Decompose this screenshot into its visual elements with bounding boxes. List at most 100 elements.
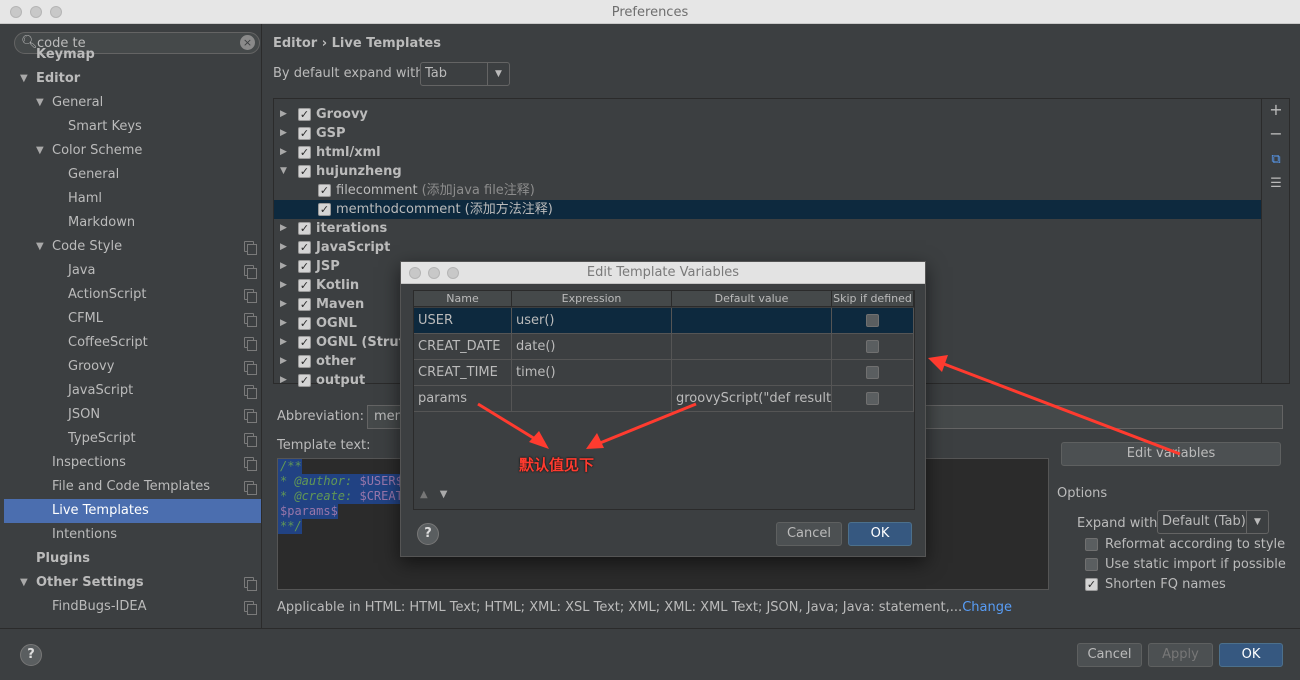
chevron-right-icon[interactable]: ▶ [280, 314, 287, 333]
sidebar-item-keymap[interactable]: Keymap [4, 43, 261, 67]
chevron-right-icon[interactable]: ▶ [280, 143, 287, 162]
skip-if-defined-checkbox[interactable] [866, 392, 879, 405]
table-row[interactable]: params groovyScript("def result= [414, 386, 914, 412]
sidebar-item-cfml[interactable]: CFML [4, 307, 261, 331]
template-checkbox[interactable]: ✓ [298, 108, 311, 121]
edit-variables-button[interactable]: Edit variables [1061, 442, 1281, 466]
sidebar-item-inspections[interactable]: Inspections [4, 451, 261, 475]
template-checkbox[interactable]: ✓ [298, 355, 311, 368]
template-checkbox[interactable]: ✓ [298, 165, 311, 178]
cell-default[interactable]: groovyScript("def result= [672, 386, 832, 412]
cell-name[interactable]: params [414, 386, 512, 412]
sidebar-item-coffeescript[interactable]: CoffeeScript [4, 331, 261, 355]
expand-arrow-icon[interactable]: ▼ [20, 571, 28, 595]
chevron-right-icon[interactable]: ▶ [280, 219, 287, 238]
template-checkbox[interactable]: ✓ [298, 374, 311, 387]
sidebar-item-live-templates[interactable]: Live Templates [4, 499, 261, 523]
table-row[interactable]: CREAT_TIME time() [414, 360, 914, 386]
cell-expression[interactable] [512, 386, 672, 412]
column-header[interactable]: Name [414, 291, 512, 307]
sidebar-item-java[interactable]: Java [4, 259, 261, 283]
sidebar-item-general[interactable]: ▼ General [4, 91, 261, 115]
sidebar-item-file-and-code-templates[interactable]: File and Code Templates [4, 475, 261, 499]
template-checkbox[interactable]: ✓ [298, 127, 311, 140]
template-checkbox[interactable]: ✓ [298, 146, 311, 159]
apply-button[interactable]: Apply [1148, 643, 1213, 667]
copy-icon[interactable]: ⧉ [1268, 151, 1284, 169]
sidebar-item-actionscript[interactable]: ActionScript [4, 283, 261, 307]
sidebar-item-intentions[interactable]: Intentions [4, 523, 261, 547]
sidebar-item-color-scheme[interactable]: ▼ Color Scheme [4, 139, 261, 163]
expand-arrow-icon[interactable]: ▼ [36, 139, 44, 163]
expand-arrow-icon[interactable]: ▼ [20, 67, 28, 91]
change-link[interactable]: Change [962, 600, 1012, 615]
table-row[interactable]: USER user() [414, 308, 914, 334]
template-item[interactable]: ✓ memthodcomment (添加方法注释) [274, 200, 1262, 219]
cell-default[interactable] [672, 308, 832, 334]
column-header[interactable]: Default value [672, 291, 832, 307]
template-checkbox[interactable]: ✓ [298, 298, 311, 311]
sidebar-item-editor[interactable]: ▼ Editor [4, 67, 261, 91]
chevron-right-icon[interactable]: ▶ [280, 371, 287, 390]
chevron-down-icon[interactable]: ▼ [280, 162, 287, 181]
sidebar-item-typescript[interactable]: TypeScript [4, 427, 261, 451]
column-header[interactable]: Skip if defined [832, 291, 914, 307]
sidebar-item-plugins[interactable]: Plugins [4, 547, 261, 571]
expand-arrow-icon[interactable]: ▼ [36, 91, 44, 115]
sidebar-item-markdown[interactable]: Markdown [4, 211, 261, 235]
template-checkbox[interactable]: ✓ [298, 260, 311, 273]
template-group[interactable]: ▼ ✓ hujunzheng [274, 162, 1262, 181]
move-up-icon[interactable]: ▲ [420, 489, 428, 500]
template-checkbox[interactable]: ✓ [298, 222, 311, 235]
template-checkbox[interactable]: ✓ [318, 203, 331, 216]
default-expand-select[interactable]: Tab ▼ [420, 62, 510, 86]
cell-expression[interactable]: user() [512, 308, 672, 334]
cell-name[interactable]: CREAT_DATE [414, 334, 512, 360]
template-checkbox[interactable]: ✓ [318, 184, 331, 197]
dialog-ok-button[interactable]: OK [848, 522, 912, 546]
sidebar-item-code-style[interactable]: ▼ Code Style [4, 235, 261, 259]
add-icon[interactable]: + [1268, 101, 1284, 119]
sidebar-item-other-settings[interactable]: ▼ Other Settings [4, 571, 261, 595]
option-checkbox[interactable] [1085, 538, 1098, 551]
template-group[interactable]: ▶ ✓ html/xml [274, 143, 1262, 162]
sidebar-item-smart-keys[interactable]: Smart Keys [4, 115, 261, 139]
list-icon[interactable]: ☰ [1268, 175, 1284, 193]
cell-name[interactable]: USER [414, 308, 512, 334]
sidebar-item-haml[interactable]: Haml [4, 187, 261, 211]
chevron-right-icon[interactable]: ▶ [280, 276, 287, 295]
template-group[interactable]: ▶ ✓ Groovy [274, 105, 1262, 124]
template-group[interactable]: ▶ ✓ GSP [274, 124, 1262, 143]
help-button[interactable]: ? [20, 644, 42, 666]
cell-expression[interactable]: time() [512, 360, 672, 386]
chevron-right-icon[interactable]: ▶ [280, 333, 287, 352]
template-checkbox[interactable]: ✓ [298, 241, 311, 254]
template-group[interactable]: ▶ ✓ JavaScript [274, 238, 1262, 257]
expand-with-select[interactable]: Default (Tab) ▼ [1157, 510, 1269, 534]
cell-default[interactable] [672, 360, 832, 386]
cell-name[interactable]: CREAT_TIME [414, 360, 512, 386]
option-checkbox[interactable] [1085, 558, 1098, 571]
chevron-right-icon[interactable]: ▶ [280, 295, 287, 314]
skip-if-defined-checkbox[interactable] [866, 366, 879, 379]
ok-button[interactable]: OK [1219, 643, 1283, 667]
dialog-help-button[interactable]: ? [417, 523, 439, 545]
sidebar-item-general[interactable]: General [4, 163, 261, 187]
cancel-button[interactable]: Cancel [1077, 643, 1142, 667]
option-checkbox[interactable]: ✓ [1085, 578, 1098, 591]
sidebar-item-groovy[interactable]: Groovy [4, 355, 261, 379]
template-checkbox[interactable]: ✓ [298, 336, 311, 349]
template-item[interactable]: ✓ filecomment (添加java file注释) [274, 181, 1262, 200]
table-row[interactable]: CREAT_DATE date() [414, 334, 914, 360]
template-group[interactable]: ▶ ✓ iterations [274, 219, 1262, 238]
skip-if-defined-checkbox[interactable] [866, 314, 879, 327]
chevron-right-icon[interactable]: ▶ [280, 352, 287, 371]
dialog-cancel-button[interactable]: Cancel [776, 522, 842, 546]
chevron-right-icon[interactable]: ▶ [280, 105, 287, 124]
expand-arrow-icon[interactable]: ▼ [36, 235, 44, 259]
chevron-right-icon[interactable]: ▶ [280, 257, 287, 276]
sidebar-item-json[interactable]: JSON [4, 403, 261, 427]
remove-icon[interactable]: − [1268, 125, 1284, 143]
chevron-right-icon[interactable]: ▶ [280, 238, 287, 257]
sidebar-item-findbugs-idea[interactable]: FindBugs-IDEA [4, 595, 261, 619]
